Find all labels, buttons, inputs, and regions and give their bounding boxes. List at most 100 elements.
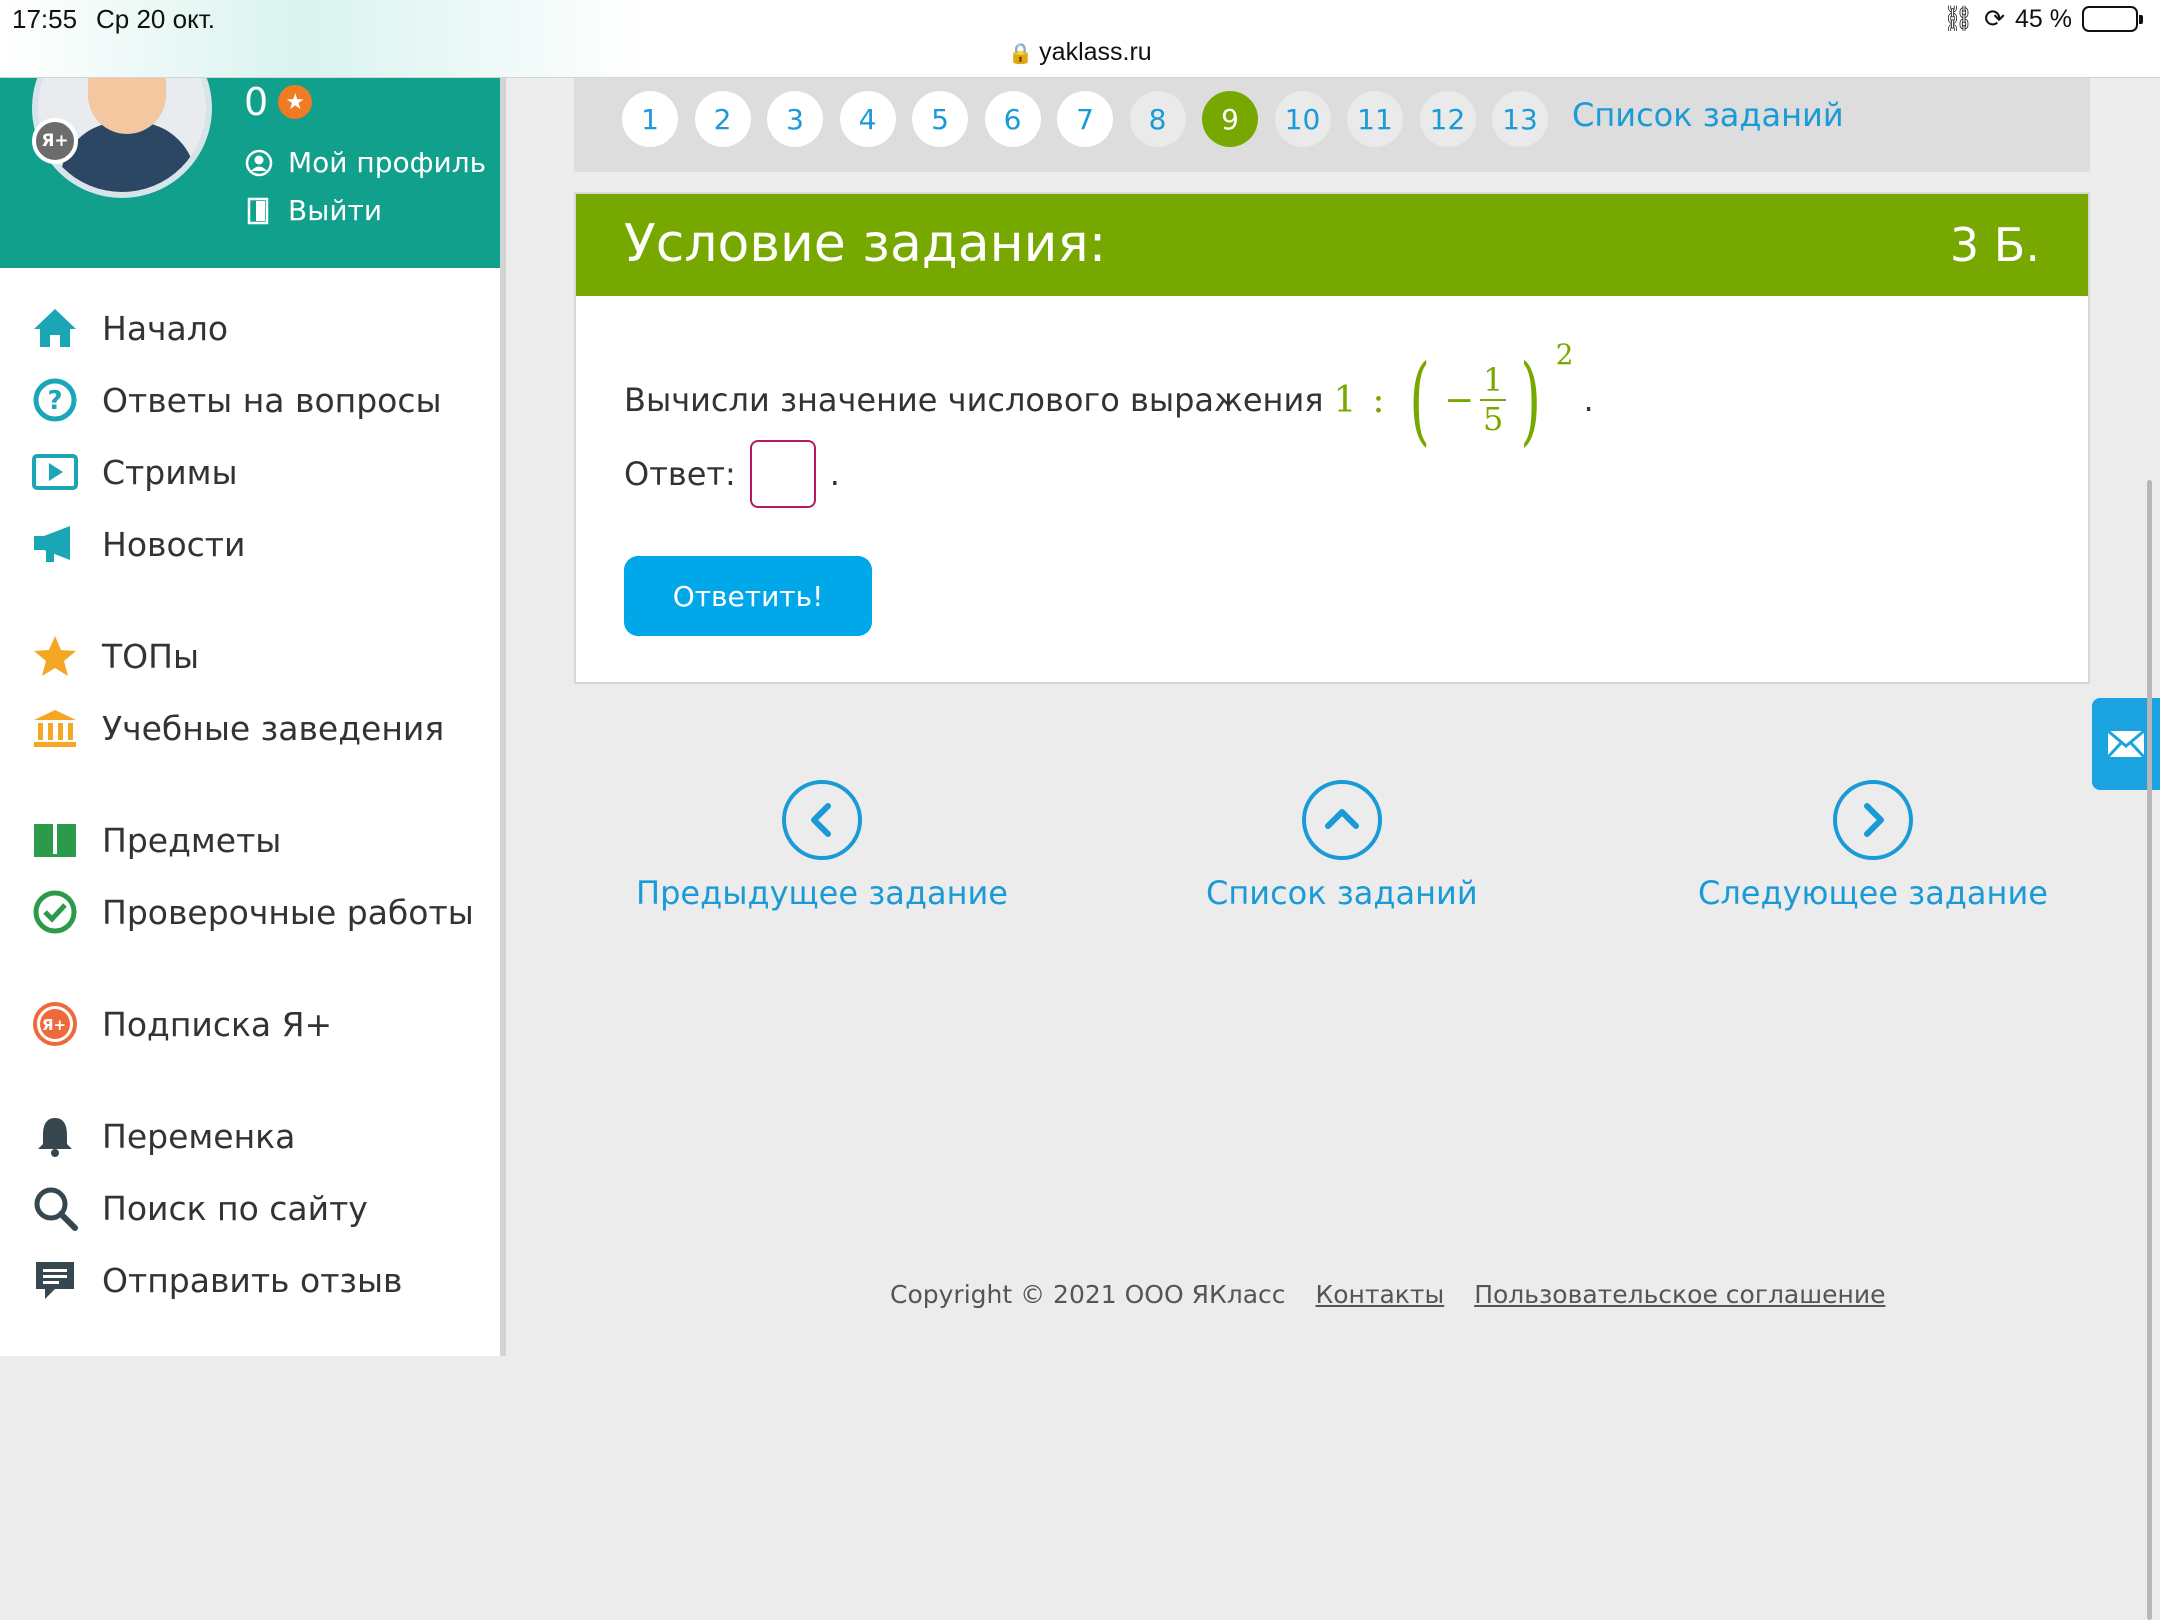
url-text: yaklass.ru <box>1039 38 1152 66</box>
sidebar-item-home[interactable]: Начало <box>30 298 228 358</box>
task-number-1[interactable]: 1 <box>622 91 678 147</box>
sidebar-item-label: Ответы на вопросы <box>102 380 442 420</box>
sidebar-item-label: Поиск по сайту <box>102 1188 368 1228</box>
next-task-link[interactable]: Следующее задание <box>1698 780 2048 912</box>
sidebar-item-schools[interactable]: Учебные заведения <box>30 698 444 758</box>
task-title: Условие задания: <box>624 214 1107 274</box>
points-value: 0 <box>244 80 269 124</box>
math-numerator: 1 <box>1483 361 1504 400</box>
star-icon <box>30 631 80 681</box>
task-number-10[interactable]: 10 <box>1274 91 1331 147</box>
task-number-7[interactable]: 7 <box>1057 91 1113 147</box>
sidebar-item-label: Начало <box>102 308 229 348</box>
envelope-icon <box>2106 729 2146 759</box>
sidebar-item-subscription[interactable]: Я+ Подписка Я+ <box>30 994 332 1054</box>
sidebar-item-label: Отправить отзыв <box>102 1260 403 1300</box>
task-number-12[interactable]: 12 <box>1419 91 1476 147</box>
megaphone-icon <box>30 519 80 569</box>
task-number-3[interactable]: 3 <box>767 91 823 147</box>
task-header: Условие задания: 3 Б. <box>576 194 2088 296</box>
task-number-11[interactable]: 11 <box>1347 91 1403 147</box>
prev-task-link[interactable]: Предыдущее задание <box>636 780 1008 912</box>
answer-label: Ответ: <box>624 455 736 493</box>
sidebar-item-news[interactable]: Новости <box>30 514 245 574</box>
question-period: . <box>1583 381 1594 419</box>
sidebar-item-break[interactable]: Переменка <box>30 1106 295 1166</box>
book-icon <box>30 815 80 865</box>
sidebar-item-feedback[interactable]: Отправить отзыв <box>30 1250 402 1310</box>
submit-button[interactable]: Ответить! <box>624 556 872 636</box>
sidebar-item-tests[interactable]: Проверочные работы <box>30 882 474 942</box>
sidebar-item-label: Стримы <box>102 452 238 492</box>
contacts-link[interactable]: Контакты <box>1316 1280 1445 1309</box>
points-display: 0 ★ <box>244 80 313 124</box>
address-bar[interactable]: 🔒 yaklass.ru <box>0 38 2160 67</box>
sidebar-item-search[interactable]: Поиск по сайту <box>30 1178 368 1238</box>
door-icon <box>247 197 269 224</box>
status-right: ⛓ ⟳ 45 % <box>1942 4 2143 34</box>
feedback-icon <box>30 1255 80 1305</box>
svg-text:Я+: Я+ <box>42 1016 66 1034</box>
chevron-right-icon <box>1832 780 1913 860</box>
sidebar-item-tops[interactable]: ТОПы <box>30 626 199 686</box>
math-operator: : <box>1372 379 1385 421</box>
task-number-bar: 1 2 3 4 5 6 7 8 9 10 11 12 13 Список заданий <box>574 78 2090 172</box>
link-icon: ⛓ <box>1942 4 1975 33</box>
sidebar-item-label: Учебные заведения <box>102 708 445 748</box>
chevron-up-icon <box>1301 780 1382 860</box>
star-icon: ★ <box>278 85 313 119</box>
user-circle-icon <box>245 149 273 176</box>
question-icon: ? <box>30 375 80 425</box>
task-list-bottom-link[interactable]: Список заданий <box>1206 780 1478 912</box>
svg-text:?: ? <box>47 386 62 416</box>
footer: Copyright © 2021 ООО ЯКласс Контакты Пол… <box>890 1280 1885 1309</box>
copyright: Copyright © 2021 ООО ЯКласс <box>890 1280 1286 1309</box>
task-points: 3 Б. <box>1949 218 2040 272</box>
scrollbar[interactable] <box>2147 480 2152 1620</box>
task-number-8[interactable]: 8 <box>1129 91 1186 147</box>
task-list-link[interactable]: Список заданий <box>1572 96 1844 134</box>
task-card: Условие задания: 3 Б. Вычисли значение ч… <box>574 192 2090 684</box>
math-left-paren: ( <box>1408 344 1430 456</box>
task-number-6[interactable]: 6 <box>984 91 1041 147</box>
rotation-lock-icon: ⟳ <box>1984 5 2006 33</box>
profile-block: Я+ 0 ★ Мой профиль Выйти <box>0 18 500 268</box>
agreement-link[interactable]: Пользовательское соглашение <box>1474 1280 1885 1309</box>
battery-percent: 45 % <box>2015 4 2072 33</box>
ya-plus-badge: Я+ <box>32 118 78 164</box>
question-text: Вычисли значение числового выражения 1 :… <box>624 338 1594 456</box>
ya-plus-icon: Я+ <box>30 999 80 1049</box>
task-number-2[interactable]: 2 <box>694 91 751 147</box>
check-icon <box>30 887 80 937</box>
lock-icon: 🔒 <box>1008 43 1034 65</box>
task-number-4[interactable]: 4 <box>839 91 896 147</box>
status-time: 17:55 <box>12 4 78 34</box>
sidebar-item-label: ТОПы <box>102 636 200 676</box>
sidebar-item-label: Переменка <box>102 1116 296 1156</box>
school-icon <box>30 703 80 753</box>
answer-input[interactable] <box>749 440 816 508</box>
task-number-5[interactable]: 5 <box>912 91 968 147</box>
next-task-label: Следующее задание <box>1698 874 2048 912</box>
task-number-13[interactable]: 13 <box>1492 91 1548 147</box>
status-bar: 17:55 Ср 20 окт. 🔒 yaklass.ru ⛓ ⟳ 45 % <box>0 0 2160 78</box>
play-icon <box>30 447 80 497</box>
status-date: Ср 20 окт. <box>96 4 215 34</box>
sidebar: Я+ 0 ★ Мой профиль Выйти Начало ? Ответы… <box>0 18 506 1356</box>
logout-link[interactable]: Выйти <box>244 194 382 227</box>
sidebar-item-streams[interactable]: Стримы <box>30 442 238 502</box>
home-icon <box>30 303 80 353</box>
my-profile-link[interactable]: Мой профиль <box>244 146 486 179</box>
chevron-left-icon <box>781 780 862 860</box>
question-label: Вычисли значение числового выражения <box>624 381 1324 419</box>
prev-task-label: Предыдущее задание <box>636 874 1008 912</box>
answer-row: Ответ: . <box>624 440 840 508</box>
sidebar-item-label: Проверочные работы <box>102 892 474 932</box>
logout-label: Выйти <box>288 194 383 227</box>
search-icon <box>30 1183 80 1233</box>
task-list-bottom-label: Список заданий <box>1206 874 1478 912</box>
sidebar-item-label: Предметы <box>102 820 282 860</box>
task-number-9[interactable]: 9 <box>1202 91 1258 147</box>
sidebar-item-answers[interactable]: ? Ответы на вопросы <box>30 370 442 430</box>
sidebar-item-subjects[interactable]: Предметы <box>30 810 281 870</box>
